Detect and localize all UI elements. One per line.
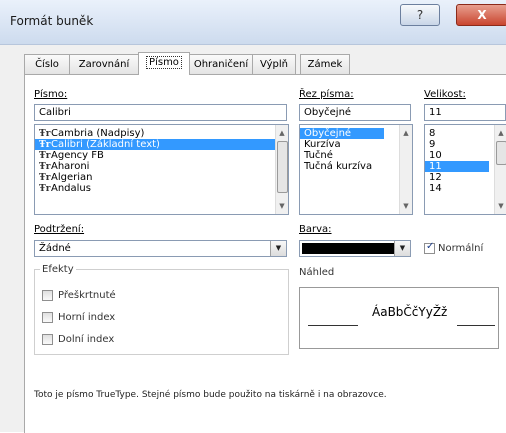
scroll-up-icon[interactable]: ▲ (276, 127, 288, 139)
strikethrough-checkbox[interactable] (42, 290, 53, 301)
format-cells-dialog: Formát buněk ? X Číslo Zarovnání Písmo O… (0, 0, 506, 433)
preview-box: ÁaBbČčYyŽž (299, 287, 499, 349)
font-style-list[interactable]: Obyčejné Kurzíva Tučné Tučná kurzíva ▲ ▼ (299, 124, 413, 215)
list-item[interactable]: 11 (425, 161, 489, 172)
color-swatch (302, 243, 394, 254)
list-item[interactable]: ŦrCalibri (Základní text) (35, 139, 288, 150)
scroll-down-icon[interactable]: ▼ (495, 200, 506, 212)
baseline-right (457, 325, 495, 326)
list-item[interactable]: Obyčejné (300, 128, 384, 139)
font-size-input[interactable]: 11 (424, 104, 506, 121)
tab-zarovnani[interactable]: Zarovnání (69, 54, 139, 74)
help-button[interactable]: ? (400, 4, 440, 26)
list-item[interactable]: ŦrAgency FB (35, 150, 288, 161)
underline-value: Žádné (39, 243, 71, 254)
tab-zamek[interactable]: Zámek (300, 54, 350, 74)
subscript-checkbox[interactable] (42, 334, 53, 345)
scroll-up-icon[interactable]: ▲ (495, 127, 506, 139)
scroll-thumb[interactable] (496, 141, 506, 165)
info-text: Toto je písmo TrueType. Stejné písmo bud… (34, 390, 387, 400)
preview-label: Náhled (299, 267, 335, 278)
scroll-thumb[interactable] (277, 141, 288, 193)
normal-label: Normální (438, 243, 484, 254)
window-title: Formát buněk (10, 14, 94, 28)
style-label: Řez písma: (299, 89, 354, 100)
list-item[interactable]: Tučná kurzíva (300, 161, 412, 172)
size-list-scrollbar[interactable]: ▲ ▼ (494, 125, 506, 214)
list-item[interactable]: ŦrCambria (Nadpisy) (35, 128, 288, 139)
effects-label: Efekty (40, 264, 76, 275)
color-select[interactable]: ▼ (299, 240, 411, 257)
preview-text: ÁaBbČčYyŽž (372, 305, 448, 319)
list-item[interactable]: Tučné (300, 150, 412, 161)
font-name-input[interactable]: Calibri (34, 104, 287, 121)
chevron-down-icon[interactable]: ▼ (270, 241, 286, 256)
list-item[interactable]: ŦrAlgerian (35, 172, 288, 183)
close-button[interactable]: X (456, 4, 506, 26)
tab-vypln[interactable]: Výplň (252, 54, 296, 74)
checkmark-icon: ✓ (426, 241, 435, 252)
underline-label: Podtržení: (34, 224, 85, 235)
superscript-checkbox[interactable] (42, 312, 53, 323)
baseline-left (308, 325, 358, 326)
scroll-down-icon[interactable]: ▼ (400, 200, 412, 212)
scroll-up-icon[interactable]: ▲ (400, 127, 412, 139)
font-size-list[interactable]: 8 9 10 11 12 14 ▲ ▼ (424, 124, 506, 215)
tab-pismo[interactable]: Písmo (138, 52, 190, 75)
style-list-scrollbar[interactable]: ▲ ▼ (399, 125, 412, 214)
list-item[interactable]: ŦrAharoni (35, 161, 288, 172)
subscript-label: Dolní index (58, 334, 115, 345)
strikethrough-label: Přeškrtnuté (58, 290, 116, 301)
size-label: Velikost: (424, 89, 466, 100)
title-bar: Formát buněk ? X (0, 0, 506, 45)
color-label: Barva: (299, 224, 332, 235)
list-item[interactable]: ŦrAndalus (35, 183, 288, 194)
underline-select[interactable]: Žádné ▼ (34, 240, 287, 257)
chevron-down-icon[interactable]: ▼ (394, 241, 410, 256)
truetype-icon: Ŧr (39, 184, 51, 194)
font-list-scrollbar[interactable]: ▲ ▼ (275, 125, 288, 214)
list-item[interactable]: Kurzíva (300, 139, 412, 150)
font-style-input[interactable]: Obyčejné (299, 104, 411, 121)
superscript-label: Horní index (58, 312, 116, 323)
font-list[interactable]: ŦrCambria (Nadpisy) ŦrCalibri (Základní … (34, 124, 289, 215)
scroll-down-icon[interactable]: ▼ (276, 200, 288, 212)
tab-ohraniceni[interactable]: Ohraničení (189, 54, 253, 74)
font-label: Písmo: (34, 89, 68, 100)
tab-cislo[interactable]: Číslo (24, 54, 70, 74)
normal-checkbox[interactable]: ✓ (424, 241, 435, 254)
